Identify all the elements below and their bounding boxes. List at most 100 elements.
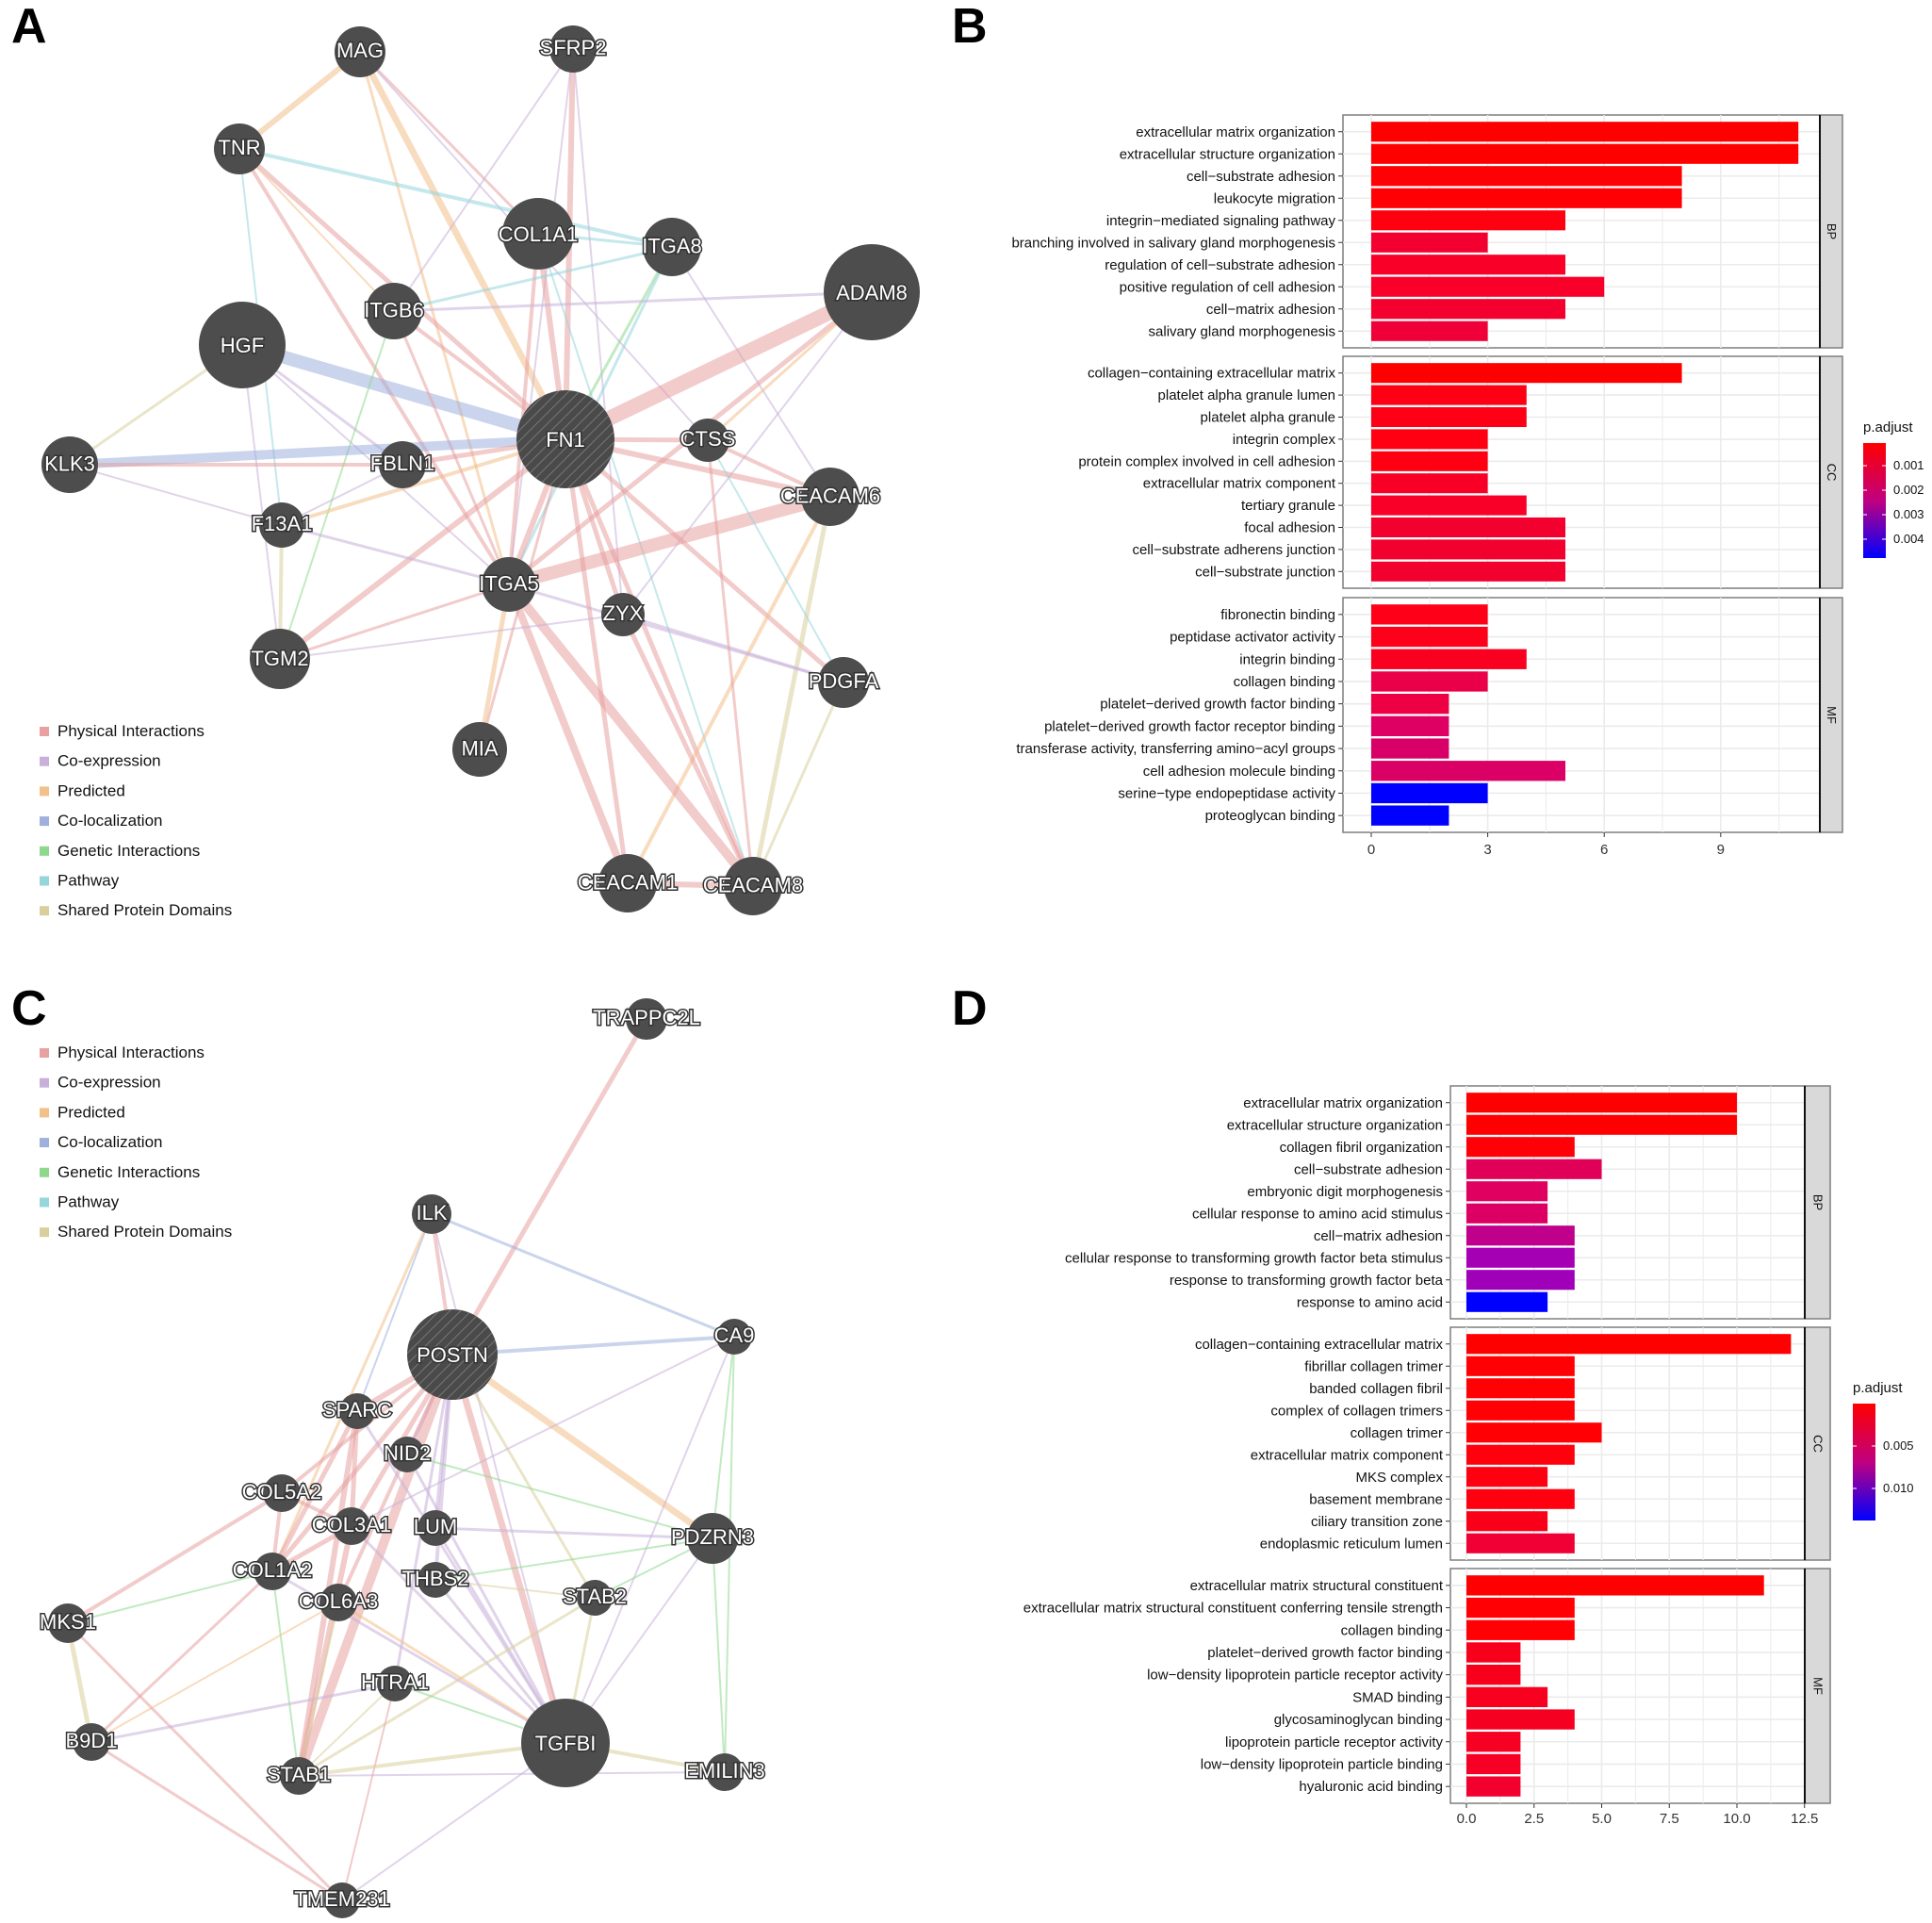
facet-strip-label: CC [1811,1435,1826,1453]
bar [1371,626,1488,648]
legend-label: Co-localization [57,1133,163,1151]
bar [1371,143,1799,164]
gene-label: SPARC [322,1398,392,1422]
edge-pdzrn3-emilin3 [712,1537,726,1773]
gene-label: THBS2 [402,1567,469,1590]
facet-strip-label: MF [1811,1677,1826,1695]
edge-b9d1-col6a3 [90,1602,339,1743]
gene-label: ADAM8 [836,281,908,304]
gene-label: ZYX [603,601,644,625]
bar [1466,1488,1575,1509]
gene-label: HGF [221,334,264,357]
x-tick-label: 7.5 [1660,1811,1679,1827]
colorbar-legend: p.adjust 0.005 0.010 [1853,1380,1914,1520]
legend-label: Pathway [57,872,120,890]
bar [1371,276,1605,297]
colorbar-tick-label: 0.010 [1883,1481,1914,1495]
gene-node: KLK3 [41,436,98,493]
x-tick-label: 3 [1483,842,1491,858]
edge-adam8-zyx [622,291,873,616]
edge-nid2-tgfbi [405,1453,567,1745]
gene-node: COL1A2 [231,1553,314,1590]
bar [1466,1511,1548,1532]
bar [1371,495,1527,516]
x-axis: 0.0 2.5 5.0 7.5 10.0 12.5 [1457,1803,1818,1827]
edge-pdgfa-ceacam8 [751,681,845,888]
legend-swatch [40,1108,49,1118]
legend-swatch [40,816,49,827]
bar [1466,1247,1575,1268]
bar [1371,604,1488,625]
x-tick-label: 12.5 [1791,1811,1818,1827]
bar [1466,1114,1737,1135]
gene-node: MAG [335,26,385,77]
gene-node: NID2 [382,1437,433,1472]
legend-swatch [40,1048,49,1058]
category-label: focal adhesion [1244,520,1335,536]
gene-node: TNR [214,123,265,174]
legend-title: p.adjust [1863,419,1913,436]
gene-node: HGF [199,302,286,388]
legend-label: Genetic Interactions [57,1163,200,1181]
colorbar [1863,443,1886,558]
bar [1371,385,1527,405]
bar [1466,1686,1548,1708]
category-label: extracellular matrix organization [1136,124,1335,140]
category-label: banded collagen fibril [1309,1381,1443,1397]
category-label: cell−matrix adhesion [1314,1228,1443,1244]
bar [1466,1619,1575,1640]
gene-node: ITGA8 [641,218,703,276]
gene-label: TGM2 [251,647,308,670]
legend-swatch [40,1138,49,1148]
gene-label: SFRP2 [540,36,607,59]
gene-node: CEACAM6 [778,468,882,526]
edge-trappc2l-postn [450,1016,649,1357]
legend-swatch [40,727,49,736]
gene-label: PDGFA [809,669,879,693]
category-label: cell adhesion molecule binding [1143,764,1335,780]
category-label: platelet−derived growth factor binding [1100,697,1335,713]
legend-swatch [40,846,49,856]
facet-mf: extracellular matrix structural constitu… [1023,1568,1831,1804]
bar [1466,1334,1792,1355]
category-label: embryonic digit morphogenesis [1247,1184,1443,1200]
gene-label: COL5A2 [242,1480,321,1504]
facet-strip-label: CC [1825,464,1839,482]
colorbar-tick-label: 0.005 [1883,1438,1914,1453]
bar [1371,561,1565,582]
category-label: positive regulation of cell adhesion [1120,279,1335,295]
colorbar-legend: p.adjust 0.001 0.002 0.003 0.004 [1863,419,1924,558]
bar [1466,1093,1737,1113]
category-label: collagen binding [1234,674,1335,690]
edge-col1a2-b9d1 [90,1570,274,1744]
colorbar-tick-label: 0.004 [1893,532,1924,546]
legend-swatch [40,876,49,886]
category-label: leukocyte migration [1214,190,1335,206]
facet-mf: fibronectin binding peptidase activator a… [1016,597,1843,833]
category-label: glycosaminoglycan binding [1274,1712,1443,1728]
gene-node: TGFBI [521,1699,610,1787]
category-label: platelet alpha granule [1201,410,1335,426]
gene-label: POSTN [417,1343,488,1367]
gene-label: COL1A2 [233,1558,312,1582]
gene-node: ZYX [601,593,645,636]
gene-node: ITGB6 [363,283,425,339]
gene-label: CEACAM8 [703,874,803,897]
bar [1466,1159,1602,1179]
bar [1371,782,1488,804]
bar [1466,1270,1575,1290]
x-tick-label: 0.0 [1457,1811,1477,1827]
category-label: cell−substrate adhesion [1187,169,1335,185]
legend-label: Shared Protein Domains [57,901,232,919]
gene-label: LUM [414,1515,457,1538]
edge-tnr-itgb6 [238,148,395,312]
gene-label: EMILIN3 [684,1759,765,1783]
category-label: peptidase activator activity [1170,630,1335,646]
gene-label: ITGB6 [364,298,424,321]
gene-node: TMEM231 [293,1882,391,1918]
category-label: cellular response to amino acid stimulus [1192,1206,1443,1222]
category-label: response to transforming growth factor b… [1170,1273,1444,1289]
legend-swatch [40,1167,49,1177]
category-label: cellular response to transforming growth… [1065,1250,1443,1266]
category-label: integrin binding [1239,651,1335,667]
